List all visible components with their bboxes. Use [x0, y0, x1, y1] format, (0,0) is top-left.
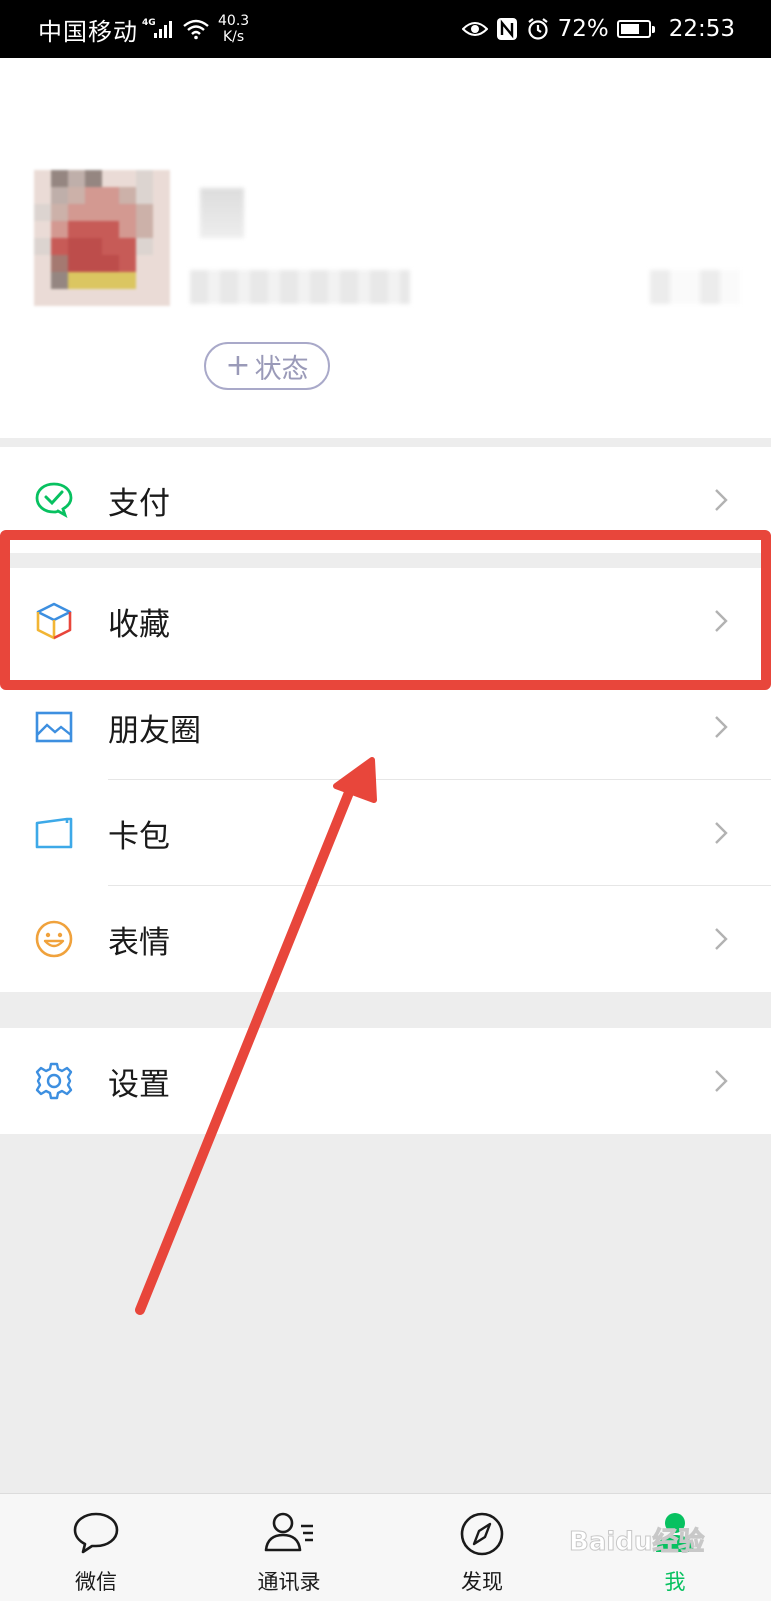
tab-label: 发现 — [461, 1570, 503, 1594]
contacts-icon — [264, 1512, 313, 1552]
tab-label: 微信 — [75, 1570, 117, 1594]
tab-label: 我 — [664, 1570, 686, 1594]
tab-me[interactable]: 我 — [605, 1494, 745, 1601]
tab-contacts[interactable]: 通讯录 — [219, 1494, 359, 1601]
bottom-tab-bar: 微信 通讯录 发现 我 — [0, 1493, 771, 1601]
me-icon — [656, 1513, 694, 1552]
tab-discover[interactable]: 发现 — [412, 1494, 552, 1601]
annotation-arrow — [135, 757, 377, 1315]
tab-chats[interactable]: 微信 — [26, 1494, 166, 1601]
chat-bubble-icon — [73, 1512, 119, 1554]
compass-icon — [460, 1512, 504, 1556]
tab-label: 通讯录 — [257, 1570, 321, 1594]
